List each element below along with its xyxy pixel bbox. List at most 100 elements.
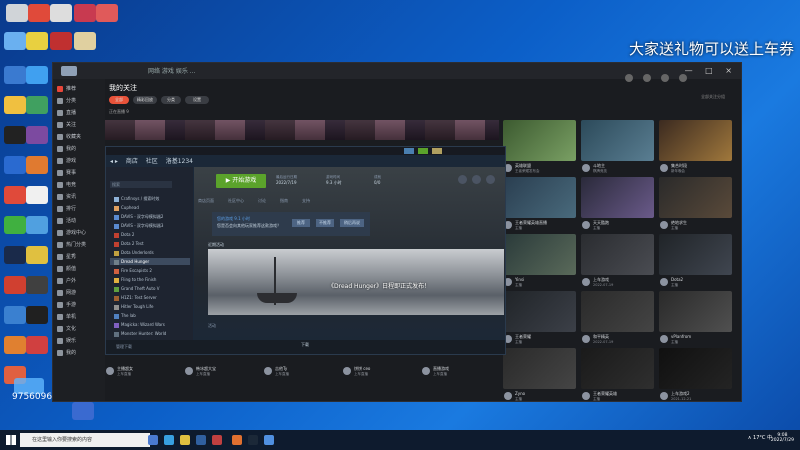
desktop-icon[interactable] <box>26 336 48 354</box>
favorite-icon[interactable] <box>486 175 495 184</box>
library-game[interactable]: Dota 2 Test <box>114 240 144 247</box>
game-tab[interactable]: 商店页面 <box>198 198 214 203</box>
library-game[interactable]: The lab <box>114 312 136 319</box>
desktop-icon[interactable] <box>4 156 26 174</box>
desktop-icon[interactable] <box>26 276 48 294</box>
stream-card[interactable]: 集合时段 新年晚会 <box>659 120 732 176</box>
avatar-icon[interactable] <box>432 148 442 154</box>
app-icon[interactable] <box>212 435 222 445</box>
banner-strip[interactable] <box>105 120 499 140</box>
desktop-icon[interactable] <box>26 306 48 324</box>
filter-settings[interactable]: 设置 <box>185 96 209 104</box>
desktop-icon[interactable] <box>4 186 26 204</box>
steam-icon[interactable] <box>248 435 258 445</box>
avatar[interactable] <box>582 335 590 343</box>
taskview-icon[interactable] <box>148 435 158 445</box>
desktop-icon[interactable] <box>26 246 48 264</box>
avatar[interactable] <box>660 164 668 172</box>
nav-item[interactable]: 手游 <box>57 301 103 311</box>
desktop-icon[interactable] <box>4 306 26 324</box>
desktop-icon[interactable] <box>26 126 48 144</box>
settings-icon[interactable] <box>679 74 687 82</box>
avatar[interactable] <box>422 367 430 375</box>
nav-item[interactable]: 我的 <box>57 349 103 359</box>
message-icon[interactable] <box>642 74 651 82</box>
group-label[interactable]: 全部关注分组 <box>701 94 725 100</box>
stream-thumbnail[interactable] <box>503 177 576 218</box>
desktop-icon[interactable] <box>4 32 26 50</box>
avatar[interactable] <box>582 221 590 229</box>
avatar[interactable] <box>106 367 114 375</box>
nav-item[interactable]: 分类 <box>57 97 103 107</box>
brand-logo[interactable] <box>61 66 77 76</box>
library-game[interactable]: DAVIS - 双字母模拟器2 <box>114 213 163 220</box>
edge-icon[interactable] <box>164 435 174 445</box>
stream-thumbnail[interactable] <box>581 177 654 218</box>
library-game[interactable]: H1Z1: Test Server <box>114 294 157 301</box>
stream-card[interactable]: 斗地主 棋牌竞技 <box>581 120 654 176</box>
stream-thumbnail[interactable] <box>581 348 654 389</box>
library-game[interactable]: Cuphead <box>114 204 139 211</box>
app-icon[interactable] <box>264 435 274 445</box>
desktop-icon[interactable] <box>26 66 48 84</box>
gear-icon[interactable] <box>458 175 467 184</box>
stream-thumbnail[interactable] <box>659 120 732 161</box>
desktop-icon[interactable] <box>96 4 118 22</box>
stream-card[interactable]: 王者荣耀 主播 <box>503 291 576 347</box>
desktop-icon[interactable] <box>26 216 48 234</box>
friends-icon[interactable] <box>418 148 428 154</box>
window-controls[interactable]: — □ × <box>685 66 737 75</box>
nav-item[interactable]: 收藏夹 <box>57 133 103 143</box>
stream-card[interactable]: Zyno 主播 <box>503 348 576 401</box>
desktop-icon[interactable] <box>26 186 48 204</box>
desktop-icon[interactable] <box>4 66 26 84</box>
nav-item[interactable]: 游戏中心 <box>57 229 103 239</box>
stream-card[interactable]: Yinsi 主播 <box>503 234 576 290</box>
nav-item[interactable]: 排行 <box>57 205 103 215</box>
stream-card[interactable]: 英雄联盟 王者荣耀发布会 <box>503 120 576 176</box>
stream-thumbnail[interactable] <box>503 348 576 389</box>
nav-back-icon[interactable]: ◂ ▸ <box>110 158 118 165</box>
stream-thumbnail[interactable] <box>581 291 654 332</box>
library-game[interactable]: Dota 2 <box>114 231 134 238</box>
stream-card[interactable]: 绝地求生 主播 <box>659 177 732 233</box>
nav-item[interactable]: 颜值 <box>57 265 103 275</box>
nav-item[interactable]: 娱乐 <box>57 337 103 347</box>
library-game[interactable]: Hitler Tough Life <box>114 303 153 310</box>
avatar[interactable] <box>582 164 590 172</box>
stream-card[interactable]: 吉他Ty 上车直播 <box>263 363 339 381</box>
game-tab[interactable]: 讨论 <box>258 198 266 203</box>
nav-item[interactable]: 游戏 <box>57 157 103 167</box>
stream-thumbnail[interactable] <box>659 177 732 218</box>
stream-card[interactable]: vPlanfrom 主播 <box>659 291 732 347</box>
streamer-name[interactable]: vPlanfrom <box>671 334 691 339</box>
stream-card[interactable]: 上车游戏2 2021-12-21 <box>659 348 732 401</box>
desktop-icon[interactable] <box>4 96 26 114</box>
nav-item[interactable]: 关注 <box>57 121 103 131</box>
avatar[interactable] <box>660 221 668 229</box>
library-game[interactable]: DAVIS - 双字母模拟器3 <box>114 222 163 229</box>
nav-item[interactable]: 赛事 <box>57 169 103 179</box>
stream-thumbnail[interactable] <box>659 234 732 275</box>
nav-community[interactable]: 社区 <box>146 158 158 165</box>
stream-thumbnail[interactable] <box>581 120 654 161</box>
nav-item[interactable]: 热门分类 <box>57 241 103 251</box>
desktop-icon[interactable] <box>26 32 48 50</box>
avatar[interactable] <box>504 392 512 400</box>
nav-item[interactable]: 活动 <box>57 217 103 227</box>
library-search[interactable]: 搜索 <box>110 181 172 188</box>
stream-thumbnail[interactable] <box>581 234 654 275</box>
avatar[interactable] <box>582 278 590 286</box>
nav-item[interactable]: 电竞 <box>57 181 103 191</box>
stream-card[interactable]: 饼饼 ceo 上车直播 <box>342 363 418 381</box>
clock[interactable]: 9:08 2022/7/29 <box>771 433 794 443</box>
avatar[interactable] <box>185 367 193 375</box>
stream-thumbnail[interactable] <box>659 348 732 389</box>
filter-category[interactable]: 分类 <box>161 96 181 104</box>
streamer-name[interactable]: Yinsi <box>515 277 524 282</box>
filter-all[interactable]: 全部 <box>109 96 129 104</box>
gift-icon[interactable] <box>660 74 669 82</box>
desktop-icon[interactable] <box>4 336 26 354</box>
nav-item[interactable]: 户外 <box>57 277 103 287</box>
library-game[interactable]: Magicka: Wizard Wars <box>114 321 165 328</box>
